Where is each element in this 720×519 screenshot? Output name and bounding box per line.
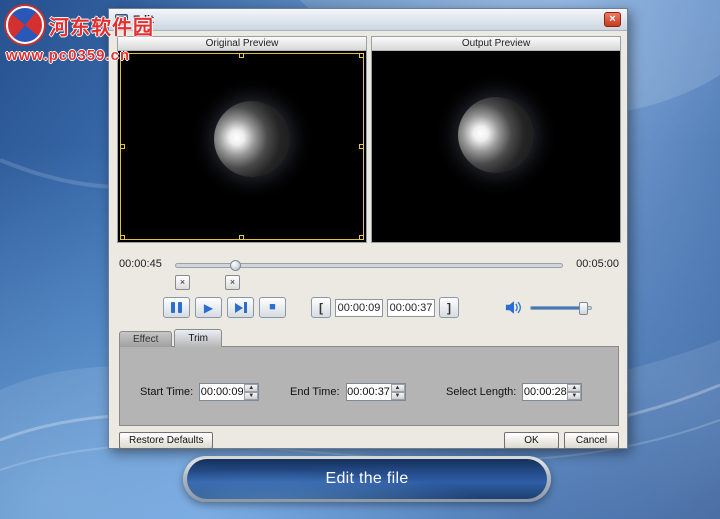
close-button[interactable]: × — [604, 12, 621, 27]
original-preview-label: Original Preview — [118, 37, 366, 51]
tab-trim-label: Trim — [188, 333, 209, 344]
spinner-down-icon[interactable]: ▼ — [244, 392, 259, 400]
end-time-spin-buttons: ▲ ▼ — [390, 384, 405, 400]
select-length-spinner[interactable]: 00:00:28 ▲ ▼ — [522, 383, 583, 401]
site-url: www.pc0359.cn — [6, 47, 131, 64]
banner-inner: Edit the file — [187, 459, 547, 499]
tab-trim[interactable]: Trim — [174, 329, 223, 347]
output-video — [372, 51, 620, 242]
site-watermark: 河东软件园 www.pc0359.cn — [6, 6, 154, 64]
crop-handle[interactable] — [239, 53, 244, 58]
volume-controls — [505, 300, 592, 315]
banner: Edit the file — [183, 456, 551, 502]
stop-icon: ■ — [269, 301, 276, 313]
volume-slider-thumb[interactable] — [578, 301, 588, 315]
end-time-value[interactable]: 00:00:37 — [346, 384, 391, 400]
volume-slider[interactable] — [530, 301, 592, 315]
current-time-label: 00:00:45 — [119, 258, 162, 270]
crop-handle[interactable] — [359, 143, 364, 149]
desktop: 河东软件园 www.pc0359.cn Edit × Original Prev… — [0, 0, 720, 519]
pause-icon — [171, 302, 182, 313]
cancel-button[interactable]: Cancel — [564, 432, 619, 449]
next-frame-button[interactable] — [227, 297, 254, 318]
start-time-spin-buttons: ▲ ▼ — [244, 384, 259, 400]
start-time-spinner[interactable]: 00:00:09 ▲ ▼ — [199, 383, 260, 401]
stop-button[interactable]: ■ — [259, 297, 286, 318]
timeline-slider-thumb[interactable] — [230, 260, 242, 271]
crop-selection[interactable] — [120, 53, 364, 240]
play-icon: ▶ — [203, 300, 214, 315]
crop-handle[interactable] — [359, 235, 364, 240]
playback-controls: ▶ ■ — [163, 297, 286, 318]
select-length-label: Select Length: — [446, 386, 517, 398]
set-end-button[interactable]: ] — [439, 297, 459, 318]
edit-dialog: Edit × Original Preview Output Preview 0… — [108, 8, 628, 449]
output-preview-panel: Output Preview — [371, 36, 621, 243]
end-time-field-group: End Time: 00:00:37 ▲ ▼ — [290, 383, 406, 401]
select-length-field-group: Select Length: 00:00:28 ▲ ▼ — [446, 383, 583, 401]
play-button[interactable]: ▶ — [195, 297, 222, 318]
preview-area: Original Preview Output Preview — [117, 36, 621, 243]
trim-panel: Start Time: 00:00:09 ▲ ▼ End Time: 00:00… — [119, 346, 619, 426]
spinner-up-icon[interactable]: ▲ — [390, 384, 405, 392]
tab-effect[interactable]: Effect — [119, 331, 173, 347]
next-frame-icon — [234, 302, 247, 313]
banner-text: Edit the file — [325, 470, 409, 487]
crop-handle[interactable] — [359, 53, 364, 58]
site-logo-icon — [6, 6, 44, 44]
original-video — [118, 51, 366, 242]
output-preview-label: Output Preview — [372, 37, 620, 51]
ok-button[interactable]: OK — [504, 432, 559, 449]
controls-row: ▶ ■ [ 00:00:09 00:00:37 ] — [117, 297, 621, 321]
set-start-button[interactable]: [ — [311, 297, 331, 318]
restore-defaults-button[interactable]: Restore Defaults — [119, 432, 214, 449]
total-time-label: 00:05:00 — [576, 258, 619, 270]
end-time-spinner[interactable]: 00:00:37 ▲ ▼ — [345, 383, 406, 401]
moon-image — [458, 97, 534, 174]
trim-start-display[interactable]: 00:00:09 — [335, 298, 383, 317]
tab-effect-label: Effect — [133, 334, 159, 345]
select-length-spin-buttons: ▲ ▼ — [567, 384, 582, 400]
timeline-row: 00:00:45 00:05:00 — [117, 257, 621, 273]
crop-handle[interactable] — [120, 143, 125, 149]
trim-start-marker[interactable]: × — [175, 275, 190, 290]
site-watermark-row: 河东软件园 — [6, 6, 154, 44]
crop-handle[interactable] — [120, 235, 125, 240]
dialog-titlebar[interactable]: Edit × — [109, 9, 627, 31]
speaker-icon[interactable] — [505, 300, 523, 315]
spinner-down-icon[interactable]: ▼ — [390, 392, 405, 400]
select-length-value[interactable]: 00:00:28 — [523, 384, 568, 400]
spinner-down-icon[interactable]: ▼ — [567, 392, 582, 400]
start-time-value[interactable]: 00:00:09 — [200, 384, 245, 400]
trim-end-marker[interactable]: × — [225, 275, 240, 290]
spinner-up-icon[interactable]: ▲ — [567, 384, 582, 392]
volume-fill — [531, 306, 581, 309]
timeline-slider[interactable] — [175, 260, 563, 271]
end-time-label: End Time: — [290, 386, 340, 398]
pause-button[interactable] — [163, 297, 190, 318]
trim-end-display[interactable]: 00:00:37 — [387, 298, 435, 317]
spinner-up-icon[interactable]: ▲ — [244, 384, 259, 392]
trim-time-controls: [ 00:00:09 00:00:37 ] — [311, 297, 459, 318]
start-time-field-group: Start Time: 00:00:09 ▲ ▼ — [140, 383, 260, 401]
original-preview-panel: Original Preview — [117, 36, 367, 243]
start-time-label: Start Time: — [140, 386, 194, 398]
site-name: 河东软件园 — [49, 16, 154, 39]
crop-handle[interactable] — [239, 235, 244, 240]
tab-bar: Effect Trim — [119, 329, 223, 347]
trim-markers-row: × × — [117, 275, 621, 293]
